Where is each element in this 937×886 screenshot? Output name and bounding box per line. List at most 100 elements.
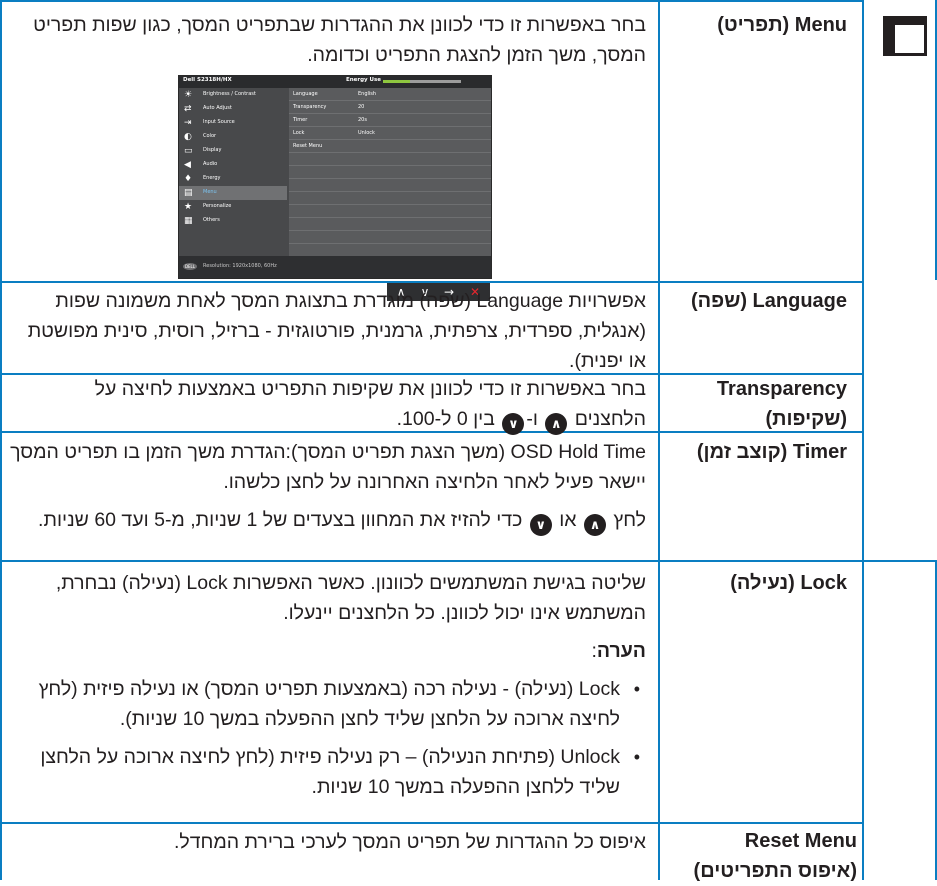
lock-bullet-item: • Lock (נעילה) - נעילה רכה (באמצעות תפריט… (10, 674, 646, 734)
audio-icon: ◀ (184, 160, 191, 170)
reset-menu-name-line1: Reset Menu (744, 830, 857, 852)
lock-option-name: Lock (נעילה) (730, 572, 847, 594)
menu-option-description: בחר באפשרות זו כדי לכוונן את ההגדרות שבת… (10, 10, 646, 70)
timer-description-text: OSD Hold Time (משך הצגת תפריט המסך):הגדר… (10, 441, 646, 493)
osd-empty-row (289, 192, 491, 205)
transparency-name-line2: (שקיפות) (765, 408, 847, 430)
dell-logo: DELL (183, 263, 197, 270)
osd-empty-row (289, 205, 491, 218)
auto-adjust-icon: ⇄ (184, 104, 192, 114)
lock-bullet-text: Unlock (פתיחת הנעילה) – רק נעילה פיזית (… (40, 746, 620, 798)
osd-model-name: Dell S2318H/HX (183, 77, 232, 83)
timer-or-text: או (559, 509, 577, 531)
osd-menu-item-label: Others (203, 217, 220, 223)
lock-option-description: שליטה בגישת המשתמשים לכוונון. כאשר האפשר… (10, 568, 646, 810)
osd-setting-row[interactable]: Timer 20s (289, 114, 491, 127)
page: Menu (תפריט) בחר באפשרות זו כדי לכוונן א… (0, 0, 937, 882)
osd-menu-item-color[interactable]: ◐ Color (179, 130, 287, 144)
lock-description-text: שליטה בגישת המשתמשים לכוונון. כאשר האפשר… (55, 572, 646, 624)
others-icon: ▦ (184, 216, 193, 226)
osd-empty-row (289, 231, 491, 244)
language-description-text: אפשרויות Language (שפה) מוגדרת בתצוגת המ… (27, 290, 646, 372)
table-rule (0, 560, 937, 562)
lock-bullet-text: Lock (נעילה) - נעילה רכה (באמצעות תפריט … (38, 678, 620, 730)
osd-menu-item-auto-adjust[interactable]: ⇄ Auto Adjust (179, 102, 287, 116)
osd-setting-value: 20s (358, 117, 367, 123)
reset-menu-name-line2: (איפוס התפריטים) (693, 860, 857, 882)
input-source-icon: ⇥ (184, 118, 192, 128)
transparency-and-text: ו- (526, 408, 538, 430)
timer-post-text: כדי להזיז את המחוון בצעדים של 1 שניות, מ… (38, 509, 523, 531)
osd-setting-key: Timer (293, 117, 308, 123)
osd-menu-item-others[interactable]: ▦ Others (179, 214, 287, 228)
osd-menu-list: ☀ Brightness / Contrast ⇄ Auto Adjust ⇥ Inp… (179, 88, 287, 256)
osd-menu-item-label: Brightness / Contrast (203, 91, 256, 97)
display-icon: ▭ (184, 146, 193, 156)
osd-menu-icon (883, 16, 927, 56)
reset-menu-option-description: איפוס כל ההגדרות של תפריט המסך לערכי ברי… (10, 827, 646, 857)
icon-column (886, 25, 895, 53)
osd-menu-item-label: Color (203, 133, 217, 139)
osd-empty-row (289, 153, 491, 166)
osd-setting-key: Transparency (293, 104, 327, 110)
osd-setting-key: Language (293, 91, 318, 97)
osd-menu-item-label: Energy (203, 175, 221, 181)
transparency-post-text: בין 0 ל-100. (396, 408, 495, 430)
transparency-description-line1: בחר באפשרות זו כדי לכוונן את שקיפות התפר… (94, 378, 646, 400)
transparency-option-description: בחר באפשרות זו כדי לכוונן את שקיפות התפר… (10, 374, 646, 435)
osd-menu-item-label: Menu (203, 189, 217, 195)
osd-menu-item-label: Display (203, 147, 222, 153)
osd-screenshot: Dell S2318H/HX Energy Use ☀ Brightness / … (178, 75, 492, 279)
osd-setting-value: Unlock (358, 130, 375, 136)
table-rule (0, 0, 2, 880)
osd-menu-item-personalize[interactable]: ★ Personalize (179, 200, 287, 214)
osd-status-bar: DELL Resolution: 1920x1080, 60Hz (179, 256, 491, 278)
lock-bullet-list: • Lock (נעילה) - נעילה רכה (באמצעות תפריט… (10, 674, 646, 802)
up-button-icon: ∧ (545, 413, 568, 435)
osd-empty-row (289, 218, 491, 231)
language-option-description: אפשרויות Language (שפה) מוגדרת בתצוגת המ… (10, 286, 646, 376)
menu-option-name: Menu (תפריט) (717, 14, 847, 36)
osd-setting-row[interactable]: Language English (289, 88, 491, 101)
up-button-icon: ∧ (583, 514, 606, 536)
bullet-icon: • (633, 679, 640, 699)
transparency-pre-text: הלחצנים (574, 408, 646, 430)
language-option-name: Language (שפה) (691, 290, 847, 312)
osd-menu-item-energy[interactable]: ♦ Energy (179, 172, 287, 186)
table-rule (0, 0, 864, 2)
osd-setting-row[interactable]: Reset Menu (289, 140, 491, 153)
osd-setting-key: Reset Menu (293, 143, 323, 149)
menu-icon: ▤ (184, 188, 193, 198)
table-rule (0, 822, 864, 824)
osd-setting-row[interactable]: Lock Unlock (289, 127, 491, 140)
timer-description-steps: לחץ ∧ או ∨ כדי להזיז את המחוון בצעדים של… (10, 505, 646, 536)
reset-menu-description-text: איפוס כל ההגדרות של תפריט המסך לערכי ברי… (173, 831, 646, 853)
timer-option-name: Timer (קוצב זמן) (696, 441, 847, 463)
menu-description-text: בחר באפשרות זו כדי לכוונן את ההגדרות שבת… (33, 14, 646, 66)
osd-menu-item-menu[interactable]: ▤ Menu (179, 186, 287, 200)
energy-icon: ♦ (184, 174, 193, 184)
brightness-icon: ☀ (184, 90, 193, 100)
osd-energy-bar (383, 80, 461, 83)
osd-empty-row (289, 166, 491, 179)
transparency-option-name: Transparency (שקיפות) (657, 374, 847, 434)
table-rule (862, 0, 864, 880)
osd-menu-item-label: Auto Adjust (203, 105, 232, 111)
osd-energy-label: Energy Use (346, 77, 382, 83)
osd-empty-row (289, 179, 491, 192)
osd-resolution: Resolution: 1920x1080, 60Hz (203, 263, 277, 269)
osd-menu-item-audio[interactable]: ◀ Audio (179, 158, 287, 172)
osd-menu-item-brightness[interactable]: ☀ Brightness / Contrast (179, 88, 287, 102)
osd-setting-row[interactable]: Transparency 20 (289, 101, 491, 114)
osd-menu-item-display[interactable]: ▭ Display (179, 144, 287, 158)
personalize-icon: ★ (184, 202, 193, 212)
osd-menu-item-label: Input Source (203, 119, 235, 125)
lock-note: הערה: (10, 636, 647, 666)
osd-menu-item-input-source[interactable]: ⇥ Input Source (179, 116, 287, 130)
osd-title-bar: Dell S2318H/HX Energy Use (179, 76, 491, 88)
timer-option-description: OSD Hold Time (משך הצגת תפריט המסך):הגדר… (10, 437, 646, 536)
down-button-icon: ∨ (502, 413, 525, 435)
color-icon: ◐ (184, 132, 192, 142)
osd-setting-key: Lock (293, 130, 305, 136)
transparency-description-line2: הלחצנים ∧ ו-∨ בין 0 ל-100. (10, 404, 646, 435)
